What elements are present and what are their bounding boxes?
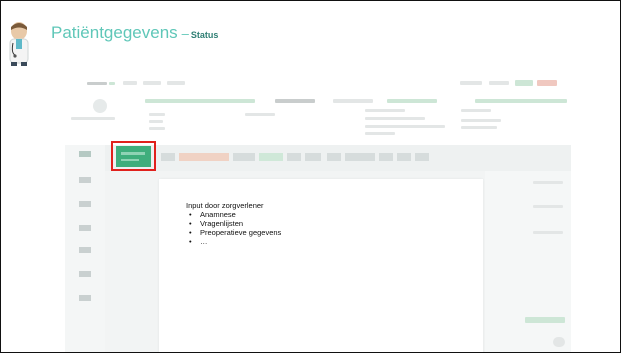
callout-heading: Input door zorgverlener <box>186 201 264 210</box>
slide-title: Patiëntgegevens – Status <box>51 23 218 43</box>
slide: Patiëntgegevens – Status Input door zorg… <box>0 0 621 353</box>
doctor-avatar-icon <box>9 22 29 66</box>
patient-header <box>65 95 571 146</box>
right-panel <box>485 171 571 352</box>
title-separator: – <box>181 26 189 41</box>
callout-list: Anamnese Vragenlijsten Preoperatieve geg… <box>186 210 356 246</box>
callout-text: Input door zorgverlener Anamnese Vragenl… <box>186 201 356 246</box>
app-toolbar <box>105 145 571 172</box>
list-item: Anamnese <box>186 210 356 219</box>
title-main: Patiëntgegevens <box>51 23 178 42</box>
slide-subtitle: Status <box>190 30 219 40</box>
status-tab-highlight <box>111 141 156 171</box>
app-top-bar <box>65 73 571 96</box>
list-item: … <box>186 237 356 246</box>
slide-header: Patiëntgegevens – Status <box>1 1 620 66</box>
list-item: Preoperatieve gegevens <box>186 228 356 237</box>
list-item: Vragenlijsten <box>186 219 356 228</box>
app-sidebar <box>65 145 106 352</box>
